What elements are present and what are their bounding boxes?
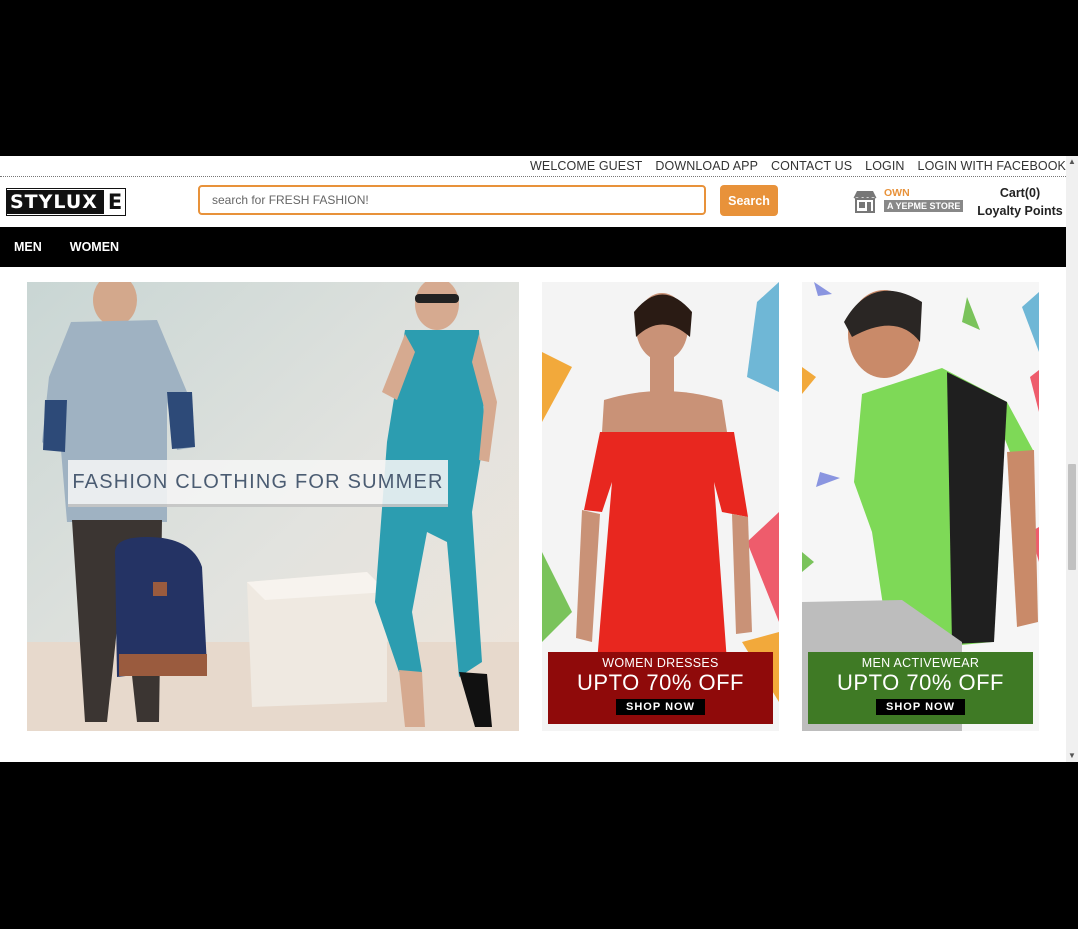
category-nav: MEN WOMEN bbox=[0, 227, 1066, 267]
women-promo-box: WOMEN DRESSES UPTO 70% OFF SHOP NOW bbox=[548, 652, 773, 724]
download-app-link[interactable]: DOWNLOAD APP bbox=[655, 159, 758, 173]
men-promo-box: MEN ACTIVEWEAR UPTO 70% OFF SHOP NOW bbox=[808, 652, 1033, 724]
site-header: STYLUX E Search OWN A YEPME STORE Cart(0… bbox=[0, 177, 1066, 227]
scrollbar-thumb[interactable] bbox=[1068, 464, 1076, 570]
women-promo-title: WOMEN DRESSES bbox=[602, 656, 719, 670]
search-input[interactable] bbox=[198, 185, 706, 215]
cart-area: Cart(0) Loyalty Points bbox=[974, 185, 1066, 221]
scroll-up-arrow-icon[interactable]: ▲ bbox=[1066, 156, 1078, 168]
loyalty-points-link[interactable]: Loyalty Points bbox=[974, 201, 1066, 221]
store-icon[interactable] bbox=[852, 189, 878, 213]
nav-item-women[interactable]: WOMEN bbox=[56, 240, 133, 254]
scroll-down-arrow-icon[interactable]: ▼ bbox=[1066, 750, 1078, 762]
login-link[interactable]: LOGIN bbox=[865, 159, 904, 173]
logo-main-text: STYLUX bbox=[7, 190, 102, 214]
own-store-promo[interactable]: OWN A YEPME STORE bbox=[884, 187, 964, 212]
summer-fashion-banner[interactable]: FASHION CLOTHING FOR SUMMER bbox=[27, 282, 519, 731]
vertical-scrollbar[interactable]: ▲ ▼ bbox=[1066, 156, 1078, 762]
banner-caption: FASHION CLOTHING FOR SUMMER bbox=[68, 460, 448, 507]
men-activewear-banner[interactable]: MEN ACTIVEWEAR UPTO 70% OFF SHOP NOW bbox=[802, 282, 1039, 731]
men-promo-offer: UPTO 70% OFF bbox=[837, 670, 1004, 695]
site-logo[interactable]: STYLUX E bbox=[6, 188, 126, 216]
women-promo-offer: UPTO 70% OFF bbox=[577, 670, 744, 695]
men-promo-title: MEN ACTIVEWEAR bbox=[861, 656, 980, 670]
own-store-subtitle: A YEPME STORE bbox=[884, 200, 964, 212]
own-label: OWN bbox=[884, 187, 910, 199]
contact-us-link[interactable]: CONTACT US bbox=[771, 159, 852, 173]
utility-bar: WELCOME GUEST DOWNLOAD APP CONTACT US LO… bbox=[0, 156, 1066, 177]
login-facebook-link[interactable]: LOGIN WITH FACEBOOK bbox=[918, 159, 1066, 173]
search-button[interactable]: Search bbox=[720, 185, 778, 216]
cart-link[interactable]: Cart(0) bbox=[974, 185, 1066, 201]
welcome-guest-link: WELCOME GUEST bbox=[529, 159, 643, 173]
women-shop-now-button[interactable]: SHOP NOW bbox=[616, 699, 705, 715]
browser-viewport: WELCOME GUEST DOWNLOAD APP CONTACT US LO… bbox=[0, 156, 1078, 762]
nav-item-men[interactable]: MEN bbox=[0, 240, 56, 254]
logo-tail-text: E bbox=[101, 190, 127, 214]
men-shop-now-button[interactable]: SHOP NOW bbox=[876, 699, 965, 715]
women-dresses-banner[interactable]: WOMEN DRESSES UPTO 70% OFF SHOP NOW bbox=[542, 282, 779, 731]
